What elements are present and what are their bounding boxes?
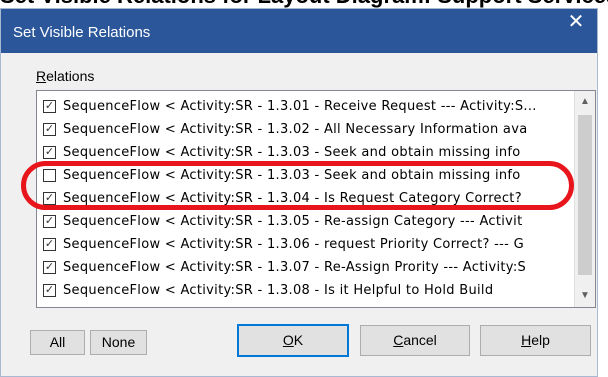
relation-text: SequenceFlow < Activity:SR - 1.3.02 - Al… [63,122,528,137]
help-button[interactable]: Help [480,325,591,356]
checkbox-checked[interactable]: ✓ [43,261,56,274]
checkbox-unchecked[interactable] [43,169,56,182]
checkbox-checked[interactable]: ✓ [43,238,56,251]
relations-label-mnemonic: R [36,68,47,84]
close-icon[interactable]: ✕ [555,9,597,39]
relations-list[interactable]: ✓ SequenceFlow < Activity:SR - 1.3.08 - I… [36,90,596,308]
relation-row[interactable]: ✓ SequenceFlow < Activity:SR - 1.3.04 - I… [37,188,575,211]
ok-button[interactable]: OK [237,324,349,357]
relation-row[interactable]: ✓ SequenceFlow < Activity:SR - 1.3.08 - I… [37,280,575,303]
scroll-down-icon[interactable]: ▼ [575,286,595,306]
relation-row[interactable]: ✓ SequenceFlow < Activity:SR - 1.3.05 - R… [37,211,575,234]
cancel-rest: ancel [403,332,437,348]
checkbox-checked[interactable]: ✓ [43,284,56,297]
page-heading-strip: Set Visible Relations for Layout Diagram… [0,0,608,8]
vertical-scrollbar[interactable]: ▲ ▼ [574,91,595,307]
none-button[interactable]: None [90,330,147,355]
relation-text: SequenceFlow < Activity:SR - 1.3.01 - Re… [63,99,537,114]
help-rest: elp [531,332,550,348]
relation-text: SequenceFlow < Activity:SR - 1.3.04 - Is… [63,191,522,206]
ok-rest: K [293,332,304,348]
relation-row[interactable]: ✓ SequenceFlow < Activity:SR - 1.3.02 - A… [37,119,575,142]
scroll-up-icon[interactable]: ▲ [575,92,595,112]
checkbox-checked[interactable]: ✓ [43,100,56,113]
checkbox-checked[interactable]: ✓ [43,123,56,136]
relation-text: SequenceFlow < Activity:SR - 1.3.06 - re… [63,237,524,252]
relation-row[interactable]: ✓ SequenceFlow < Activity:SR - 1.3.01 - R… [37,96,575,119]
relations-label: Relations [36,68,94,84]
checkbox-checked[interactable]: ✓ [43,215,56,228]
relation-text: SequenceFlow < Activity:SR - 1.3.05 - Re… [63,214,523,229]
cancel-button[interactable]: Cancel [360,325,470,356]
cancel-mnemonic: C [393,332,404,348]
dialog-title: Set Visible Relations [13,24,151,41]
relation-text: SequenceFlow < Activity:SR - 1.3.08 - Is… [63,283,494,298]
relation-text: SequenceFlow < Activity:SR - 1.3.03 - Se… [63,168,521,183]
relations-label-rest: elations [46,68,95,84]
set-visible-relations-dialog: Set Visible Relations ✕ Relations ✓ Seque… [0,8,598,377]
checkbox-checked[interactable]: ✓ [43,192,56,205]
relation-text: SequenceFlow < Activity:SR - 1.3.07 - Re… [63,260,527,275]
help-mnemonic: H [521,332,532,348]
ok-mnemonic: O [282,332,294,348]
relation-row[interactable]: SequenceFlow < Activity:SR - 1.3.03 - Se… [37,165,575,188]
page-heading: Set Visible Relations for Layout Diagram… [0,0,608,8]
scrollbar-thumb[interactable] [578,115,592,275]
relation-row[interactable]: ✓ SequenceFlow < Activity:SR - 1.3.06 - r… [37,234,575,257]
checkbox-checked[interactable]: ✓ [43,146,56,159]
all-button[interactable]: All [30,330,85,355]
relation-row[interactable]: ✓ SequenceFlow < Activity:SR - 1.3.03 - S… [37,142,575,165]
relation-text: SequenceFlow < Activity:SR - 1.3.03 - Se… [63,145,521,160]
relation-row[interactable]: ✓ SequenceFlow < Activity:SR - 1.3.07 - R… [37,257,575,280]
dialog-titlebar: Set Visible Relations ✕ [1,9,597,53]
